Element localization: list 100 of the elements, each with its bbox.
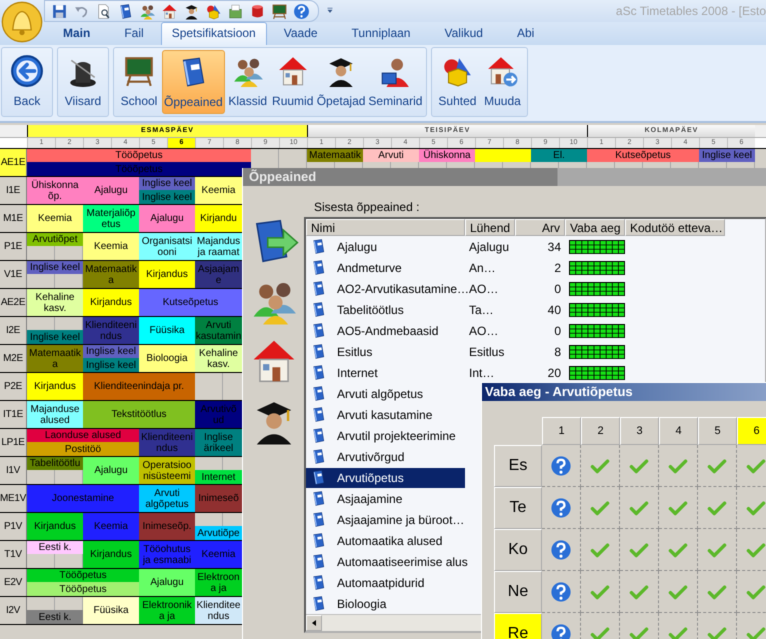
class-name[interactable]: AE1E [0, 149, 27, 176]
list-item[interactable]: Arvutiõpetus [306, 468, 465, 488]
lesson-card[interactable] [475, 149, 531, 162]
chalkboard-icon[interactable] [271, 2, 288, 20]
lesson-card[interactable]: Matemaatik [307, 149, 363, 162]
day-header[interactable]: Re [494, 613, 542, 639]
scroll-left-button[interactable] [306, 615, 322, 631]
lesson-card[interactable]: Arvuti algõpetus [139, 485, 195, 512]
lesson-card[interactable]: Tööõpetus [27, 149, 251, 162]
help-icon[interactable] [293, 2, 310, 20]
list-item[interactable]: Bioloogia [306, 594, 465, 614]
lesson-card[interactable]: Kirjandus [83, 541, 139, 568]
list-item[interactable]: Asjaajamine [306, 488, 465, 508]
lesson-card[interactable]: Matemaatik a [27, 345, 83, 372]
lesson-card[interactable]: Ühiskonna õp. [27, 177, 83, 204]
lesson-card[interactable]: Keemia [27, 205, 83, 232]
ribbon-button[interactable]: Back [5, 50, 49, 114]
lesson-card[interactable]: Kehaline kasv. [27, 289, 83, 316]
lesson-card[interactable]: Tööõpetus [27, 582, 139, 596]
lesson-card[interactable]: Tekstitöötlus [83, 401, 195, 428]
lesson-card[interactable]: Tööõpetus [27, 569, 139, 582]
lesson-card[interactable]: Arvutiõpet [27, 233, 83, 246]
lesson-card[interactable]: Elektroonik a ja [139, 597, 195, 624]
ribbon-button[interactable]: Seminarid [367, 50, 424, 114]
column-header[interactable]: Nimi [306, 219, 465, 236]
lesson-card[interactable]: El. [531, 149, 587, 162]
period-header[interactable]: 3 [620, 417, 659, 445]
lesson-card[interactable]: Ühiskonna [419, 149, 475, 162]
lesson-card[interactable]: Inglise keel [83, 345, 139, 358]
list-item[interactable]: Arvutivõrgud [306, 446, 465, 466]
question-icon[interactable] [550, 454, 572, 476]
day-header[interactable]: Ko [494, 529, 542, 571]
list-item[interactable]: Andmeturve [306, 258, 465, 278]
lesson-card[interactable]: Inglise keel [83, 358, 139, 372]
list-item[interactable]: Tabelitöötlus [306, 300, 465, 320]
ribbon-tab[interactable]: Main [46, 22, 108, 45]
ribbon-button[interactable]: Õpetajad [316, 50, 366, 114]
lesson-card[interactable]: Keemia [83, 233, 139, 260]
lesson-card[interactable]: Kirjandus [27, 513, 83, 540]
lesson-card[interactable]: Inglise keel [27, 261, 83, 274]
cylinder-icon[interactable] [249, 2, 266, 20]
class-name[interactable]: ME1V [0, 485, 27, 512]
ribbon-button[interactable]: Viisard [61, 50, 105, 114]
tray-icon[interactable] [227, 2, 244, 20]
period-header[interactable]: 1 [542, 417, 581, 445]
lesson-card[interactable]: Matemaatik a [83, 261, 139, 288]
list-item[interactable]: Internet [306, 362, 465, 382]
list-item[interactable]: Arvuti kasutamine [306, 404, 465, 424]
save-icon[interactable] [51, 2, 68, 20]
list-item[interactable]: Asjaajamine ja büroot… [306, 510, 465, 530]
question-icon[interactable] [550, 580, 572, 602]
lesson-card[interactable]: Postitöö [27, 442, 139, 456]
question-icon[interactable] [550, 496, 572, 518]
day-header[interactable]: Es [494, 445, 542, 487]
class-name[interactable]: LP1E [0, 429, 27, 456]
ribbon-tab[interactable]: Spetsifikatsioon [160, 22, 267, 45]
lesson-card[interactable]: Eesti k. [27, 541, 83, 554]
lesson-card[interactable]: Laonduse alused [27, 429, 139, 442]
lesson-card[interactable]: Klienditeenindaja pr. [83, 373, 195, 400]
lesson-card[interactable]: Majanduse alused [27, 401, 83, 428]
lesson-card[interactable]: Ajalugu [83, 177, 139, 204]
ribbon-button[interactable]: Muuda [480, 50, 524, 114]
shapes-icon[interactable] [205, 2, 222, 20]
ribbon-tab[interactable]: Abi [500, 22, 552, 45]
list-item[interactable]: AO2-Arvutikasutamine… [306, 278, 465, 298]
ribbon-button[interactable]: Õppeained [162, 50, 225, 114]
ribbon-tab[interactable]: Vaade [266, 22, 335, 45]
period-header[interactable]: 2 [581, 417, 620, 445]
lesson-card[interactable]: Kirjandus [83, 289, 139, 316]
lesson-card[interactable]: Inglise keel [27, 330, 83, 344]
column-header[interactable]: Kodutöö etteva… [625, 219, 725, 236]
lesson-card[interactable]: Tabelitöötlu [27, 457, 83, 470]
ribbon-tab[interactable]: Tunniplaan [334, 22, 428, 45]
lesson-card[interactable]: Inglise keel [699, 149, 755, 162]
question-icon[interactable] [550, 622, 572, 639]
lesson-card[interactable]: Inglise keel [139, 177, 195, 190]
lesson-card[interactable]: Organisatsi ooni [139, 233, 195, 260]
ribbon-button[interactable]: Ruumid [270, 50, 315, 114]
list-item[interactable]: Automaatika alused [306, 530, 465, 550]
lesson-card[interactable]: Bioloogia [139, 345, 195, 372]
column-header[interactable]: Arv [515, 219, 565, 236]
list-item[interactable]: Arvutil projekteerimine [306, 426, 465, 446]
ribbon-tab[interactable]: Valikud [427, 22, 500, 45]
ribbon-button[interactable]: Klassid [226, 50, 270, 114]
lesson-card[interactable]: Ajalugu [83, 457, 139, 484]
lesson-card[interactable]: Inglise keel [139, 190, 195, 204]
list-item[interactable]: Arvuti algõpetus [306, 384, 465, 404]
ribbon-button[interactable]: Suhted [435, 50, 480, 114]
lesson-card[interactable]: Kirjandus [139, 261, 195, 288]
column-header[interactable]: Vaba aeg [565, 219, 625, 236]
people-icon[interactable] [139, 2, 156, 20]
lesson-card[interactable]: Ajalugu [139, 205, 195, 232]
list-item[interactable]: Esitlus [306, 342, 465, 362]
day-header[interactable]: Te [494, 487, 542, 529]
period-header[interactable]: 6 [737, 417, 766, 445]
period-header[interactable]: 4 [659, 417, 698, 445]
graduate-icon[interactable] [183, 2, 200, 20]
question-icon[interactable] [550, 538, 572, 560]
lesson-card[interactable]: Ajalugu [139, 569, 195, 596]
list-item[interactable]: AO5-Andmebaasid [306, 320, 465, 340]
